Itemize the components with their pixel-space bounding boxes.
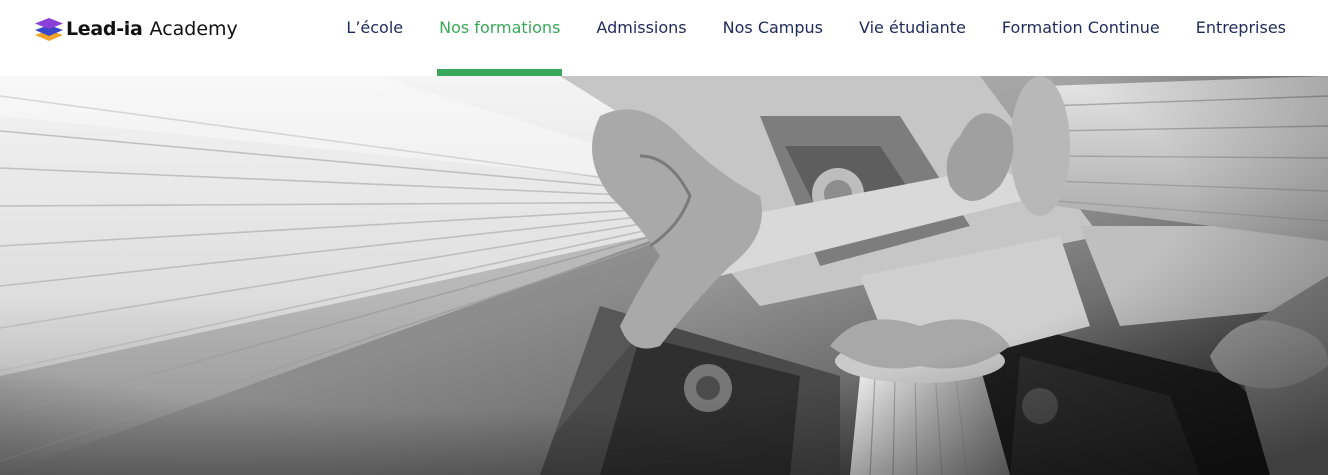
nav-item-nos-formations[interactable]: Nos formations xyxy=(421,0,578,76)
nav-item-vie-etudiante[interactable]: Vie étudiante xyxy=(841,0,984,76)
nav-item-label: Nos formations xyxy=(439,18,561,37)
nav-item-admissions[interactable]: Admissions xyxy=(578,0,704,76)
brand-name-light: Academy xyxy=(149,18,238,40)
nav-item-label: Entreprises xyxy=(1195,18,1286,37)
hero-banner xyxy=(0,76,1328,475)
layers-logo-icon xyxy=(35,18,63,41)
nav-item-nos-campus[interactable]: Nos Campus xyxy=(705,0,841,76)
brand-name-bold: Lead-ia xyxy=(66,18,143,40)
nav-item-label: Nos Campus xyxy=(722,18,824,37)
site-header: Lead-ia Academy L’école Nos formations A… xyxy=(0,0,1328,76)
nav-item-lecole[interactable]: L’école xyxy=(328,0,421,76)
nav-item-entreprises[interactable]: Entreprises xyxy=(1178,0,1304,76)
nav-item-label: Admissions xyxy=(596,18,687,37)
nav-item-label: Vie étudiante xyxy=(859,18,966,37)
main-nav: L’école Nos formations Admissions Nos Ca… xyxy=(328,0,1304,76)
brand-logo[interactable]: Lead-ia Academy xyxy=(34,14,238,44)
nav-item-label: L’école xyxy=(346,18,404,37)
nav-item-label: Formation Continue xyxy=(1001,18,1160,37)
nav-item-formation-continue[interactable]: Formation Continue xyxy=(984,0,1178,76)
hero-image xyxy=(0,76,1328,475)
